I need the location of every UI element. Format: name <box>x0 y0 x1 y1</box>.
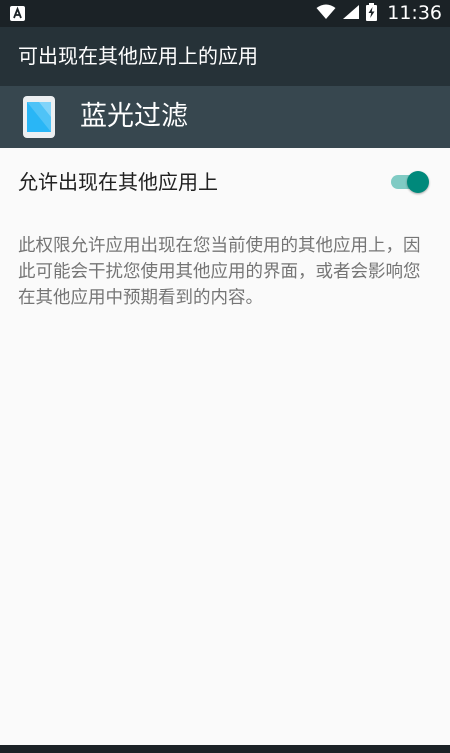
notification-a-icon <box>10 6 25 21</box>
battery-charging-icon <box>366 2 378 25</box>
navigation-bar <box>0 745 450 753</box>
signal-icon <box>342 4 360 24</box>
permission-label: 允许出现在其他应用上 <box>18 170 218 194</box>
app-header: 蓝光过滤 <box>0 86 450 148</box>
clock: 11:36 <box>387 2 442 24</box>
toolbar-title: 可出现在其他应用上的应用 <box>18 44 258 68</box>
phone-app-icon <box>23 96 55 138</box>
permission-toggle-row[interactable]: 允许出现在其他应用上 <box>0 148 450 216</box>
status-bar: 11:36 <box>0 0 450 27</box>
permission-switch[interactable] <box>389 171 431 193</box>
toolbar: 可出现在其他应用上的应用 <box>0 27 450 86</box>
status-icons: 11:36 <box>316 0 442 27</box>
permission-description: 此权限允许应用出现在您当前使用的其他应用上，因此可能会干扰您使用其他应用的界面，… <box>18 236 421 308</box>
switch-thumb <box>407 171 429 193</box>
wifi-icon <box>316 4 336 24</box>
app-name: 蓝光过滤 <box>80 101 188 132</box>
